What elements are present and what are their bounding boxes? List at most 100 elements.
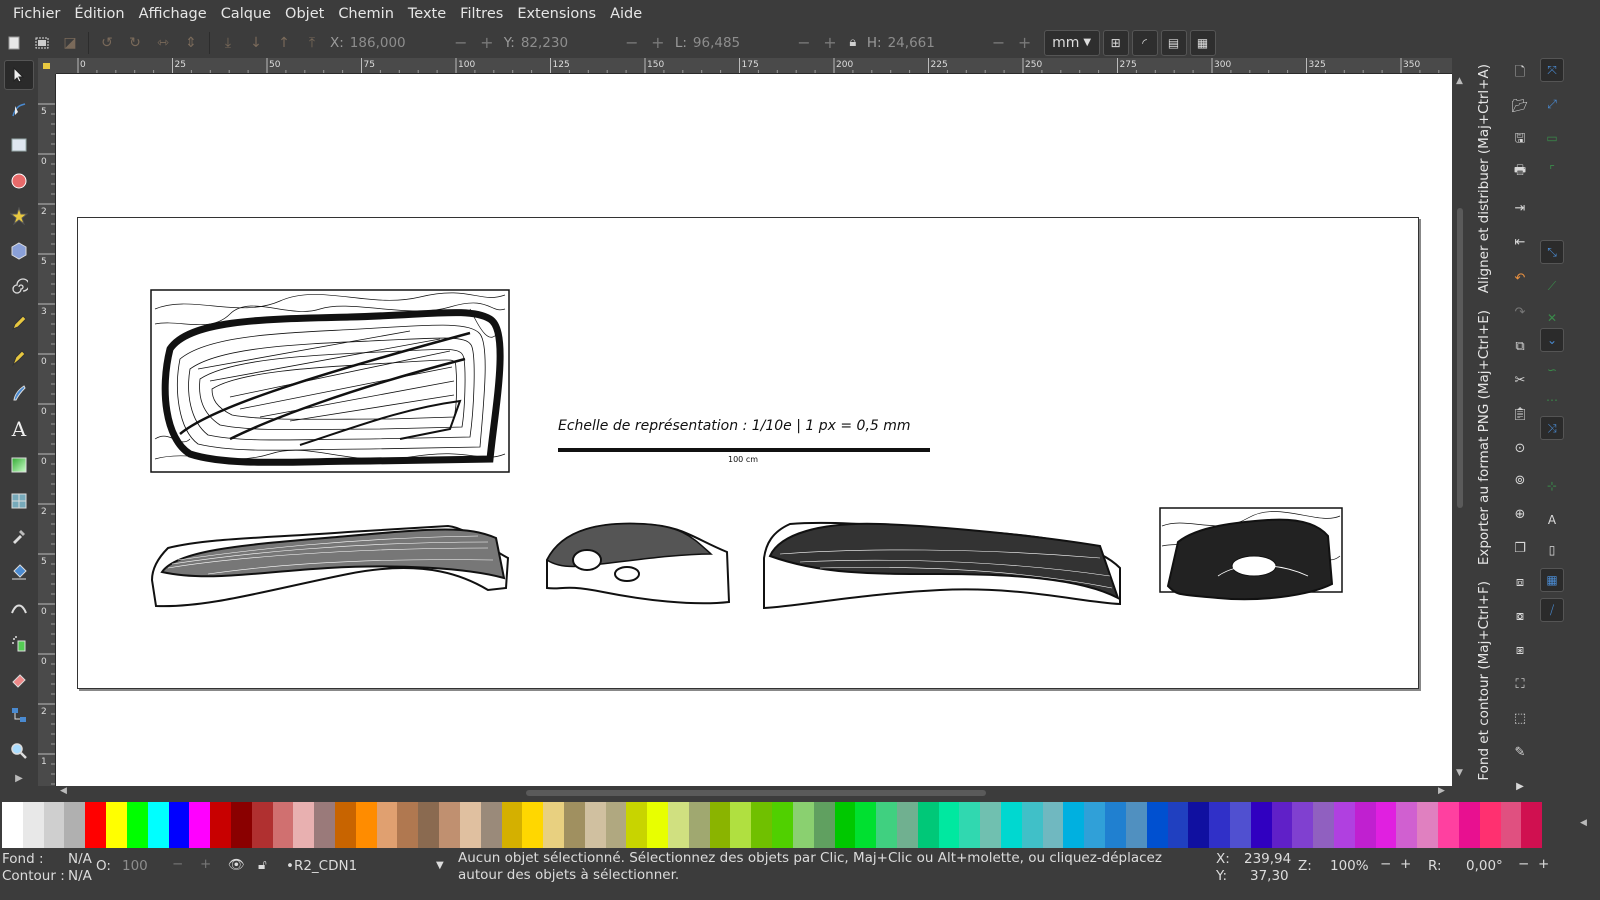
palette-swatch[interactable] xyxy=(584,802,606,848)
opacity-increment-button[interactable]: + xyxy=(200,856,211,872)
flip-vertical-icon[interactable]: ⇕ xyxy=(180,32,202,54)
zoom-out-button[interactable]: − xyxy=(1380,856,1391,872)
paint-bucket-tool-icon[interactable] xyxy=(4,557,34,587)
menu-extensions[interactable]: Extensions xyxy=(510,6,603,22)
palette-swatch[interactable] xyxy=(896,802,918,848)
palette-swatch[interactable] xyxy=(147,802,169,848)
palette-swatch[interactable] xyxy=(418,802,440,848)
palette-swatch[interactable] xyxy=(1271,802,1293,848)
scroll-left-icon[interactable]: ◀ xyxy=(60,786,67,796)
zoom-tool-icon[interactable] xyxy=(4,736,34,766)
selector-tool-icon[interactable] xyxy=(4,60,34,90)
vertical-scroll-thumb[interactable] xyxy=(1457,208,1463,508)
palette-swatch[interactable] xyxy=(855,802,877,848)
menu-texte[interactable]: Texte xyxy=(401,6,453,22)
palette-swatch[interactable] xyxy=(751,802,773,848)
connector-tool-icon[interactable] xyxy=(4,700,34,730)
palette-swatch[interactable] xyxy=(1167,802,1189,848)
snap-guides-icon[interactable]: ⧸ xyxy=(1540,598,1564,622)
snap-smooth-nodes-icon[interactable]: ∽ xyxy=(1540,358,1564,382)
palette-swatch[interactable] xyxy=(1250,802,1272,848)
scroll-right-icon[interactable]: ▶ xyxy=(1438,786,1445,796)
chevron-down-icon[interactable]: ▼ xyxy=(436,860,444,871)
unlink-clone-icon[interactable]: ⧇ xyxy=(1510,606,1530,626)
select-all-icon[interactable] xyxy=(3,32,25,54)
palette-swatch[interactable] xyxy=(1458,802,1480,848)
scroll-down-icon[interactable]: ▼ xyxy=(1456,768,1463,778)
palette-swatch[interactable] xyxy=(43,802,65,848)
palette-swatch[interactable] xyxy=(64,802,86,848)
height-input[interactable]: 24,661 xyxy=(886,31,986,55)
palette-swatch[interactable] xyxy=(22,802,44,848)
snap-bbox-edges-icon[interactable]: ▭ xyxy=(1540,126,1564,150)
new-document-icon[interactable]: 🗋︎ xyxy=(1510,64,1530,84)
palette-swatch[interactable] xyxy=(1188,802,1210,848)
rotate-ccw-icon[interactable]: ↺ xyxy=(96,32,118,54)
snap-page-border-icon[interactable]: ▯ xyxy=(1540,538,1564,562)
palette-swatch[interactable] xyxy=(605,802,627,848)
palette-swatch[interactable] xyxy=(1001,802,1022,848)
zoom-in-button[interactable]: + xyxy=(1400,856,1411,872)
palette-swatch[interactable] xyxy=(1354,802,1376,848)
xml-editor-icon[interactable]: ✎ xyxy=(1510,742,1530,762)
calligraphy-tool-icon[interactable] xyxy=(4,378,34,408)
height-increment-button[interactable]: + xyxy=(1012,31,1038,55)
y-decrement-button[interactable]: − xyxy=(619,31,645,55)
clone-icon[interactable]: ⧈ xyxy=(1510,572,1530,592)
palette-swatch[interactable] xyxy=(1084,802,1106,848)
rectangle-tool-icon[interactable] xyxy=(4,130,34,160)
print-icon[interactable]: 🖶︎ xyxy=(1510,162,1530,182)
zoom-drawing-icon[interactable]: ⊚ xyxy=(1510,470,1530,490)
y-increment-button[interactable]: + xyxy=(645,31,671,55)
snap-bbox-icon[interactable]: ⤢ xyxy=(1540,92,1564,116)
snap-paths-icon[interactable]: ⟋ xyxy=(1540,274,1564,298)
snap-rotation-center-icon[interactable]: ⊹ xyxy=(1540,474,1564,498)
snap-centers-icon[interactable]: ⤨ xyxy=(1540,416,1564,440)
rotate-cw-button[interactable]: + xyxy=(1538,856,1549,872)
palette-swatch[interactable] xyxy=(1292,802,1314,848)
palette-swatch[interactable] xyxy=(168,802,190,848)
palette-swatch[interactable] xyxy=(230,802,252,848)
ellipse-tool-icon[interactable] xyxy=(4,166,34,196)
raise-icon[interactable]: ↑ xyxy=(273,32,295,54)
palette-swatch[interactable] xyxy=(543,802,564,848)
palette-swatch[interactable] xyxy=(1417,802,1439,848)
zoom-input[interactable]: 100% xyxy=(1330,858,1369,874)
palette-swatch[interactable] xyxy=(2,802,23,848)
star-tool-icon[interactable] xyxy=(4,201,34,231)
palette-swatch[interactable] xyxy=(1521,802,1543,848)
gradient-tool-icon[interactable] xyxy=(4,450,34,480)
node-tool-icon[interactable] xyxy=(4,95,34,125)
palette-swatch[interactable] xyxy=(1396,802,1418,848)
palette-swatch[interactable] xyxy=(688,802,710,848)
palette-swatch[interactable] xyxy=(730,802,752,848)
tab-align-distribute[interactable]: Aligner et distribuer (Maj+Ctrl+A) xyxy=(1476,64,1492,293)
menu-edition[interactable]: Édition xyxy=(67,6,131,22)
select-original-icon[interactable]: ⧆ xyxy=(1510,640,1530,660)
palette-swatch[interactable] xyxy=(480,802,502,848)
palette-swatch[interactable] xyxy=(834,802,856,848)
palette-swatch[interactable] xyxy=(1125,802,1147,848)
snap-cusp-nodes-icon[interactable]: ⌄ xyxy=(1540,328,1564,352)
rotate-ccw-button[interactable]: − xyxy=(1518,856,1529,872)
menu-calque[interactable]: Calque xyxy=(214,6,278,22)
cut-icon[interactable]: ✂ xyxy=(1510,370,1530,390)
vertical-scrollbar[interactable]: ▲ ▼ xyxy=(1452,58,1470,786)
palette-swatch[interactable] xyxy=(85,802,107,848)
pencil-tool-icon[interactable] xyxy=(4,308,34,338)
width-decrement-button[interactable]: − xyxy=(791,31,817,55)
palette-swatch[interactable] xyxy=(335,802,356,848)
palette-swatch[interactable] xyxy=(668,802,689,848)
lock-ratio-icon[interactable]: 🔒︎ xyxy=(843,35,863,50)
menu-fichier[interactable]: Fichier xyxy=(6,6,67,22)
paste-icon[interactable]: 📋︎ xyxy=(1510,404,1530,424)
fill-indicator[interactable]: N/A xyxy=(68,851,92,867)
deselect-icon[interactable]: ◪ xyxy=(59,32,81,54)
width-input[interactable]: 96,485 xyxy=(691,31,791,55)
palette-swatch[interactable] xyxy=(501,802,523,848)
palette-swatch[interactable] xyxy=(1105,802,1126,848)
scale-corners-icon[interactable]: ◜ xyxy=(1131,29,1158,56)
snap-toggle-icon[interactable]: ⤧ xyxy=(1540,58,1564,82)
pen-tool-icon[interactable] xyxy=(4,343,34,373)
tweak-tool-icon[interactable] xyxy=(4,593,34,623)
